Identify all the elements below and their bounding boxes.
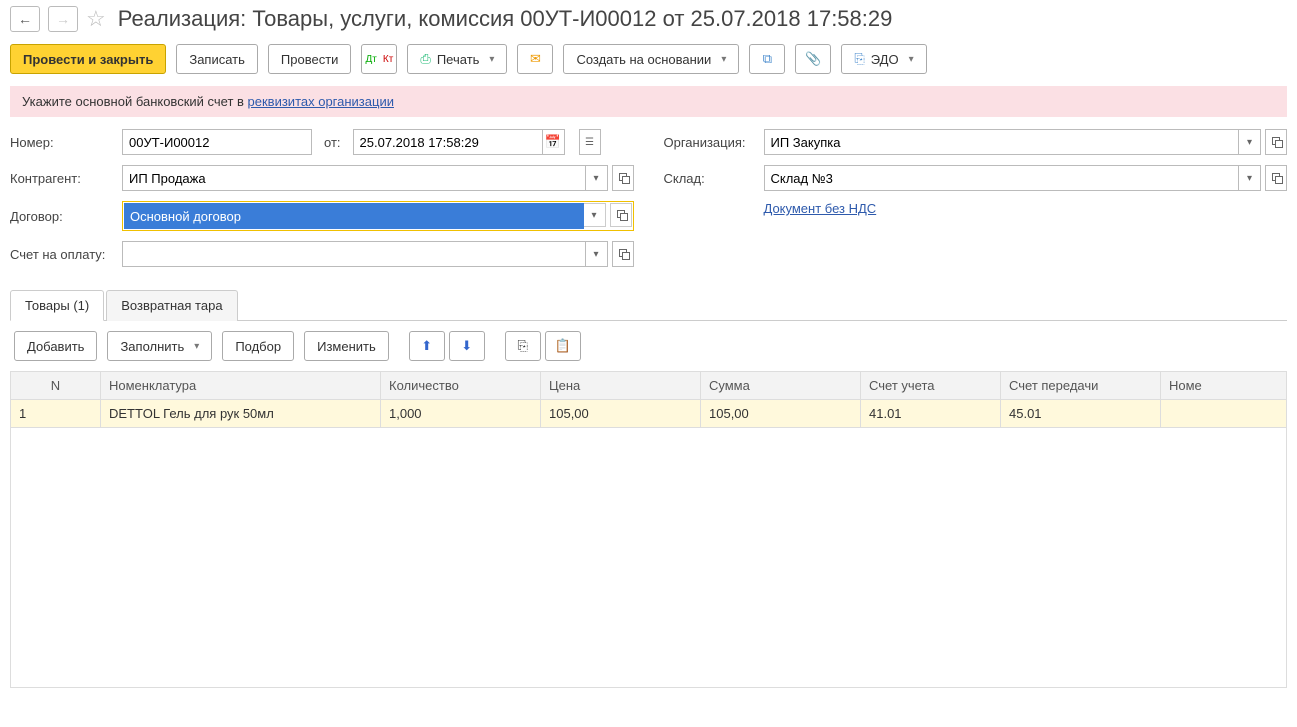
col-nomenclature[interactable]: Номенклатура xyxy=(101,372,381,400)
table-row[interactable]: 1 DETTOL Гель для рук 50мл 1,000 105,00 … xyxy=(11,400,1287,428)
invoice-field[interactable] xyxy=(122,241,586,267)
col-sum[interactable]: Сумма xyxy=(701,372,861,400)
warning-link[interactable]: реквизитах организации xyxy=(248,94,394,109)
goods-table: N Номенклатура Количество Цена Сумма Сче… xyxy=(10,371,1287,428)
change-button[interactable]: Изменить xyxy=(304,331,389,361)
pick-button[interactable]: Подбор xyxy=(222,331,294,361)
nav-back-button[interactable]: ← xyxy=(10,6,40,32)
warehouse-field[interactable] xyxy=(764,165,1240,191)
warning-text: Укажите основной банковский счет в xyxy=(22,94,248,109)
col-transfer[interactable]: Счет передачи xyxy=(1001,372,1161,400)
tab-toolbar: Добавить Заполнить Подбор Изменить ⬆ ⬇ ⎘… xyxy=(0,321,1297,371)
date-list-button[interactable]: ☰ xyxy=(579,129,601,155)
number-label: Номер: xyxy=(10,135,114,150)
cell-transfer[interactable]: 45.01 xyxy=(1001,400,1161,428)
post-and-close-button[interactable]: Провести и закрыть xyxy=(10,44,166,74)
open-icon xyxy=(1272,137,1280,147)
col-price[interactable]: Цена xyxy=(541,372,701,400)
structure-icon: ⧉ xyxy=(763,51,772,67)
copy-icon: ⎘ xyxy=(518,338,528,354)
contract-open-button[interactable] xyxy=(610,203,632,227)
org-label: Организация: xyxy=(664,135,756,150)
org-dropdown-button[interactable]: ▾ xyxy=(1239,129,1261,155)
paperclip-icon: 📎 xyxy=(805,51,821,67)
edo-button[interactable]: ⎘ ЭДО xyxy=(841,44,926,74)
number-field[interactable] xyxy=(122,129,312,155)
warning-bar: Укажите основной банковский счет в рекви… xyxy=(10,86,1287,117)
cell-n[interactable]: 1 xyxy=(11,400,101,428)
arrow-up-icon: ⬆ xyxy=(421,338,432,354)
add-button[interactable]: Добавить xyxy=(14,331,97,361)
contract-label: Договор: xyxy=(10,209,114,224)
contract-field[interactable] xyxy=(124,203,584,229)
post-button[interactable]: Провести xyxy=(268,44,352,74)
print-button[interactable]: ⎙ Печать xyxy=(407,44,507,74)
invoice-dropdown-button[interactable]: ▾ xyxy=(586,241,608,267)
contractor-label: Контрагент: xyxy=(10,171,114,186)
open-icon xyxy=(619,249,627,259)
save-button[interactable]: Записать xyxy=(176,44,258,74)
contractor-dropdown-button[interactable]: ▾ xyxy=(586,165,608,191)
structure-button[interactable]: ⧉ xyxy=(749,44,785,74)
col-last[interactable]: Номе xyxy=(1161,372,1287,400)
nav-forward-button[interactable]: → xyxy=(48,6,78,32)
contract-dropdown-button[interactable]: ▾ xyxy=(584,203,606,227)
copy-button[interactable]: ⎘ xyxy=(505,331,541,361)
open-icon xyxy=(619,173,627,183)
calendar-icon: 📅 xyxy=(545,134,561,150)
tab-goods[interactable]: Товары (1) xyxy=(10,290,104,321)
tab-returnable[interactable]: Возвратная тара xyxy=(106,290,237,321)
email-button[interactable]: ✉ xyxy=(517,44,553,74)
paste-icon: 📋 xyxy=(555,338,571,354)
invoice-label: Счет на оплату: xyxy=(10,247,114,262)
attachments-button[interactable]: 📎 xyxy=(795,44,831,74)
create-based-on-button[interactable]: Создать на основании xyxy=(563,44,739,74)
cell-qty[interactable]: 1,000 xyxy=(381,400,541,428)
calendar-button[interactable]: 📅 xyxy=(543,129,565,155)
warehouse-label: Склад: xyxy=(664,171,756,186)
edo-icon: ⎘ xyxy=(854,51,864,67)
open-icon xyxy=(617,210,625,220)
from-label: от: xyxy=(324,135,341,150)
org-field[interactable] xyxy=(764,129,1240,155)
dt-kt-button[interactable]: ДтКт xyxy=(361,44,397,74)
contractor-open-button[interactable] xyxy=(612,165,634,191)
fill-button[interactable]: Заполнить xyxy=(107,331,212,361)
cell-account[interactable]: 41.01 xyxy=(861,400,1001,428)
page-title: Реализация: Товары, услуги, комиссия 00У… xyxy=(118,6,893,32)
warehouse-dropdown-button[interactable]: ▾ xyxy=(1239,165,1261,191)
col-n[interactable]: N xyxy=(11,372,101,400)
move-down-button[interactable]: ⬇ xyxy=(449,331,485,361)
arrow-down-icon: ⬇ xyxy=(461,338,472,354)
printer-icon: ⎙ xyxy=(420,51,430,67)
invoice-open-button[interactable] xyxy=(612,241,634,267)
cell-last[interactable] xyxy=(1161,400,1287,428)
move-up-button[interactable]: ⬆ xyxy=(409,331,445,361)
open-icon xyxy=(1272,173,1280,183)
cell-price[interactable]: 105,00 xyxy=(541,400,701,428)
org-open-button[interactable] xyxy=(1265,129,1287,155)
cell-sum[interactable]: 105,00 xyxy=(701,400,861,428)
contractor-field[interactable] xyxy=(122,165,586,191)
col-account[interactable]: Счет учета xyxy=(861,372,1001,400)
date-field[interactable] xyxy=(353,129,543,155)
favorite-star-icon[interactable]: ☆ xyxy=(86,6,106,32)
warehouse-open-button[interactable] xyxy=(1265,165,1287,191)
envelope-icon: ✉ xyxy=(530,51,541,67)
tabs: Товары (1) Возвратная тара xyxy=(10,289,1287,321)
cell-nomenclature[interactable]: DETTOL Гель для рук 50мл xyxy=(101,400,381,428)
table-empty-area xyxy=(10,428,1287,688)
paste-button[interactable]: 📋 xyxy=(545,331,581,361)
main-toolbar: Провести и закрыть Записать Провести ДтК… xyxy=(0,38,1297,86)
vat-link[interactable]: Документ без НДС xyxy=(764,201,877,216)
col-qty[interactable]: Количество xyxy=(381,372,541,400)
